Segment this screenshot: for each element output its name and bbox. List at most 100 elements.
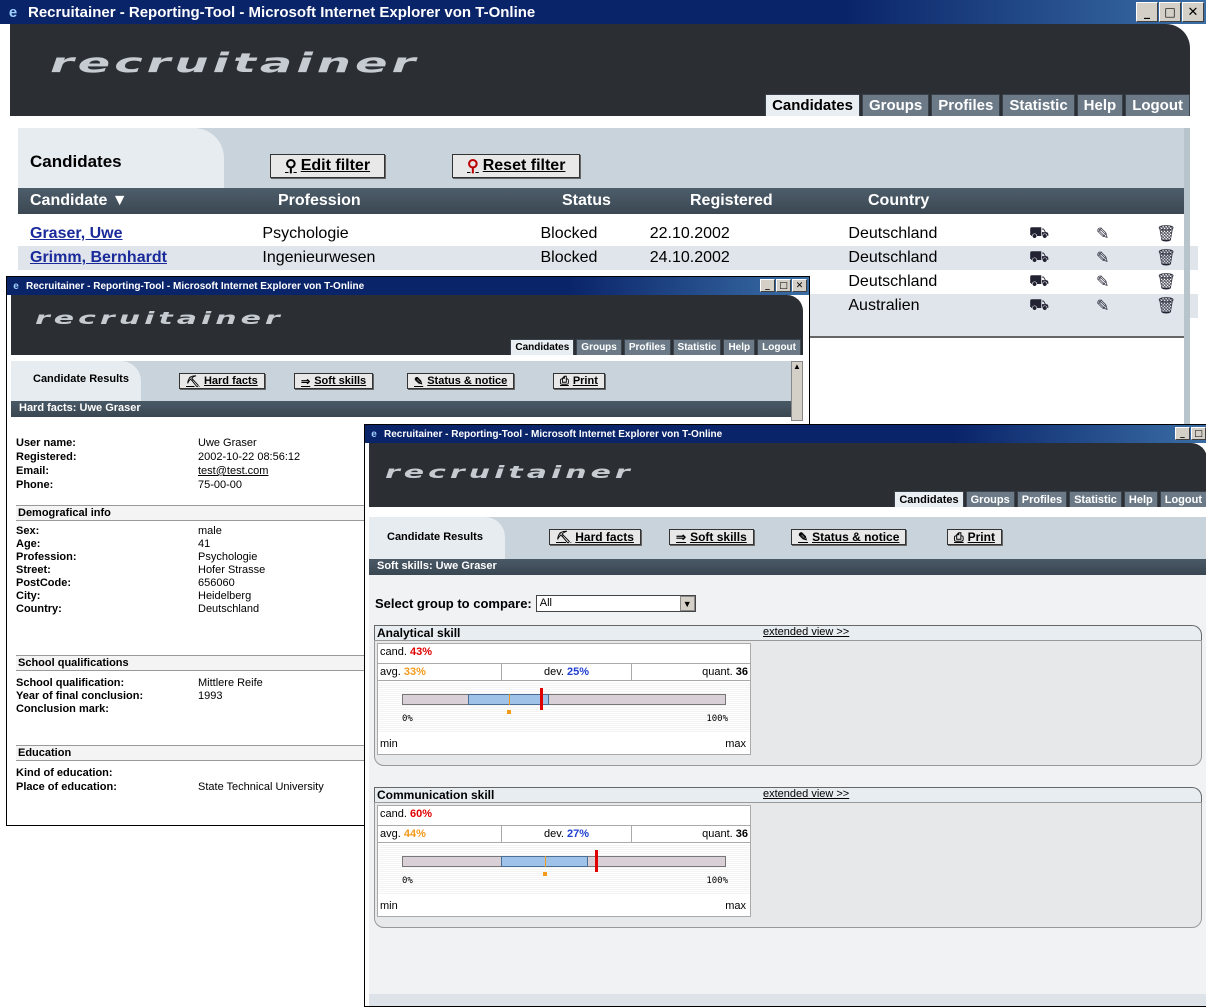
tab-statistic[interactable]: Statistic bbox=[672, 339, 722, 355]
profile-icon[interactable]: ⛟ bbox=[1007, 224, 1071, 244]
binoculars-red-icon: ⚲ bbox=[467, 158, 479, 175]
avg-marker bbox=[508, 694, 510, 705]
col-profession[interactable]: Profession bbox=[278, 192, 361, 210]
binoculars-icon: ⚲ bbox=[285, 158, 297, 175]
candidate-link[interactable]: Graser, Uwe bbox=[18, 225, 262, 243]
tab-candidates[interactable]: Candidates bbox=[765, 94, 860, 116]
col-candidate[interactable]: Candidate ▼ bbox=[30, 192, 128, 210]
soft-skills-bottom-strip bbox=[369, 994, 1206, 1006]
print-icon: ⎙ bbox=[560, 374, 569, 387]
section-label: Candidate Results bbox=[369, 517, 505, 559]
minimize-button[interactable]: _ bbox=[1175, 427, 1190, 440]
close-button[interactable]: ✕ bbox=[792, 279, 807, 292]
maximize-button[interactable]: □ bbox=[776, 279, 791, 292]
tab-statistic[interactable]: Statistic bbox=[1002, 94, 1075, 116]
ie-icon: e bbox=[371, 428, 377, 440]
bar-track bbox=[402, 694, 726, 705]
tab-help[interactable]: Help bbox=[1076, 94, 1124, 116]
hard-facts-toolbar: Candidate Results ⛏ Hard facts ⇒ Soft skil… bbox=[11, 361, 791, 401]
tab-profiles[interactable]: Profiles bbox=[1016, 491, 1068, 507]
tab-candidates[interactable]: Candidates bbox=[510, 339, 575, 355]
print-button[interactable]: ⎙ Print bbox=[553, 373, 605, 389]
compare-select[interactable]: All ▼ bbox=[535, 595, 696, 612]
edit-icon[interactable]: ✎ bbox=[1071, 296, 1135, 316]
cand-marker bbox=[540, 688, 544, 710]
tab-candidates[interactable]: Candidates bbox=[894, 491, 964, 507]
extended-view-link[interactable]: extended view >> bbox=[763, 788, 849, 800]
ie-icon: e bbox=[13, 280, 19, 292]
main-titlebar[interactable]: e Recruitainer - Reporting-Tool - Micros… bbox=[0, 0, 1206, 24]
maximize-button[interactable]: □ bbox=[1191, 427, 1206, 440]
hard-facts-icon: ⛏ bbox=[556, 530, 572, 544]
tab-groups[interactable]: Groups bbox=[576, 339, 622, 355]
soft-skills-titlebar[interactable]: e Recruitainer - Reporting-Tool - Micros… bbox=[365, 425, 1206, 443]
table-row[interactable]: Grimm, Bernhardt Ingenieurwesen Blocked … bbox=[18, 246, 1198, 270]
edit-icon[interactable]: ✎ bbox=[1071, 224, 1135, 244]
table-row[interactable]: Graser, Uwe Psychologie Blocked 22.10.20… bbox=[18, 222, 1198, 246]
avg-marker-dot bbox=[506, 710, 511, 714]
tab-groups[interactable]: Groups bbox=[965, 491, 1015, 507]
tab-groups[interactable]: Groups bbox=[861, 94, 930, 116]
status-notice-button[interactable]: ✎ Status & notice bbox=[407, 373, 515, 389]
tab-logout[interactable]: Logout bbox=[1125, 94, 1190, 116]
soft-skills-body: Select group to compare: All ▼ Analytica… bbox=[369, 575, 1206, 1006]
notice-icon: ✎ bbox=[798, 530, 809, 544]
table-header: Candidate ▼ Profession Status Registered… bbox=[18, 188, 1184, 214]
compare-row: Select group to compare: All ▼ bbox=[375, 595, 696, 612]
tab-logout[interactable]: Logout bbox=[1159, 491, 1206, 507]
hard-facts-button[interactable]: ⛏ Hard facts bbox=[179, 373, 265, 389]
tab-profiles[interactable]: Profiles bbox=[623, 339, 671, 355]
email-link[interactable]: test@test.com bbox=[198, 465, 268, 477]
cand-marker bbox=[595, 850, 599, 872]
scrollbar[interactable]: ▲ bbox=[791, 361, 803, 421]
edit-icon[interactable]: ✎ bbox=[1071, 272, 1135, 292]
skill-bar-chart: 0% 100% bbox=[378, 844, 750, 894]
reset-filter-button[interactable]: ⚲ Reset filter bbox=[452, 154, 581, 178]
extended-view-link[interactable]: extended view >> bbox=[763, 626, 849, 638]
soft-skills-title-bar: Soft skills: Uwe Graser bbox=[369, 559, 1206, 575]
communication-skill-header: Communication skill extended view >> bbox=[374, 787, 1202, 802]
minimize-button[interactable]: _ bbox=[1136, 2, 1158, 22]
main-header: recruitainer Candidates Groups Profiles … bbox=[10, 24, 1190, 116]
profile-icon[interactable]: ⛟ bbox=[1007, 296, 1071, 316]
col-registered[interactable]: Registered bbox=[690, 192, 773, 210]
soft-skills-window: e Recruitainer - Reporting-Tool - Micros… bbox=[364, 424, 1206, 1007]
soft-skills-button[interactable]: ⇒ Soft skills bbox=[294, 373, 374, 389]
print-button[interactable]: ⎙ Print bbox=[947, 529, 1002, 545]
close-button[interactable]: ✕ bbox=[1182, 2, 1204, 22]
section-label: Candidates bbox=[18, 128, 224, 188]
arrow-right-icon: ⇒ bbox=[301, 375, 311, 388]
communication-skill-box: cand. 60% avg. 44% dev. 27% quant. 36 0%… bbox=[374, 802, 1202, 928]
soft-skills-button[interactable]: ⇒ Soft skills bbox=[669, 529, 754, 545]
tab-help[interactable]: Help bbox=[1123, 491, 1158, 507]
status-notice-button[interactable]: ✎ Status & notice bbox=[791, 529, 907, 545]
profile-icon[interactable]: ⛟ bbox=[1007, 272, 1071, 292]
edit-icon[interactable]: ✎ bbox=[1071, 248, 1135, 268]
analytical-skill-header: Analytical skill extended view >> bbox=[374, 625, 1202, 640]
tab-statistic[interactable]: Statistic bbox=[1069, 491, 1122, 507]
tab-help[interactable]: Help bbox=[723, 339, 756, 355]
analytical-skill-box: cand. 43% avg. 33% dev. 25% quant. 36 0%… bbox=[374, 640, 1202, 766]
avg-marker bbox=[544, 856, 546, 867]
tab-profiles[interactable]: Profiles bbox=[931, 94, 1001, 116]
col-status[interactable]: Status bbox=[562, 192, 611, 210]
ie-icon: e bbox=[8, 3, 18, 21]
edit-filter-button[interactable]: ⚲ Edit filter bbox=[270, 154, 386, 178]
scroll-up-icon[interactable]: ▲ bbox=[792, 362, 802, 371]
cand-value: 43% bbox=[409, 646, 433, 658]
hard-facts-button[interactable]: ⛏ Hard facts bbox=[549, 529, 641, 545]
maximize-button[interactable]: □ bbox=[1159, 2, 1181, 22]
minimize-button[interactable]: _ bbox=[760, 279, 775, 292]
window-title: Recruitainer - Reporting-Tool - Microsof… bbox=[28, 3, 536, 21]
hard-facts-titlebar[interactable]: e Recruitainer - Reporting-Tool - Micros… bbox=[7, 277, 809, 295]
main-toolbar: Candidates ⚲ Edit filter ⚲ Reset filter bbox=[18, 128, 1184, 188]
col-country[interactable]: Country bbox=[868, 192, 929, 210]
chevron-down-icon[interactable]: ▼ bbox=[679, 596, 695, 611]
candidate-link[interactable]: Grimm, Bernhardt bbox=[18, 249, 262, 267]
section-label: Candidate Results bbox=[11, 361, 141, 401]
compare-label: Select group to compare: bbox=[375, 596, 532, 611]
tab-logout[interactable]: Logout bbox=[757, 339, 801, 355]
cand-value: 60% bbox=[409, 808, 433, 820]
hard-facts-title-bar: Hard facts: Uwe Graser bbox=[11, 401, 791, 417]
profile-icon[interactable]: ⛟ bbox=[1007, 248, 1071, 268]
